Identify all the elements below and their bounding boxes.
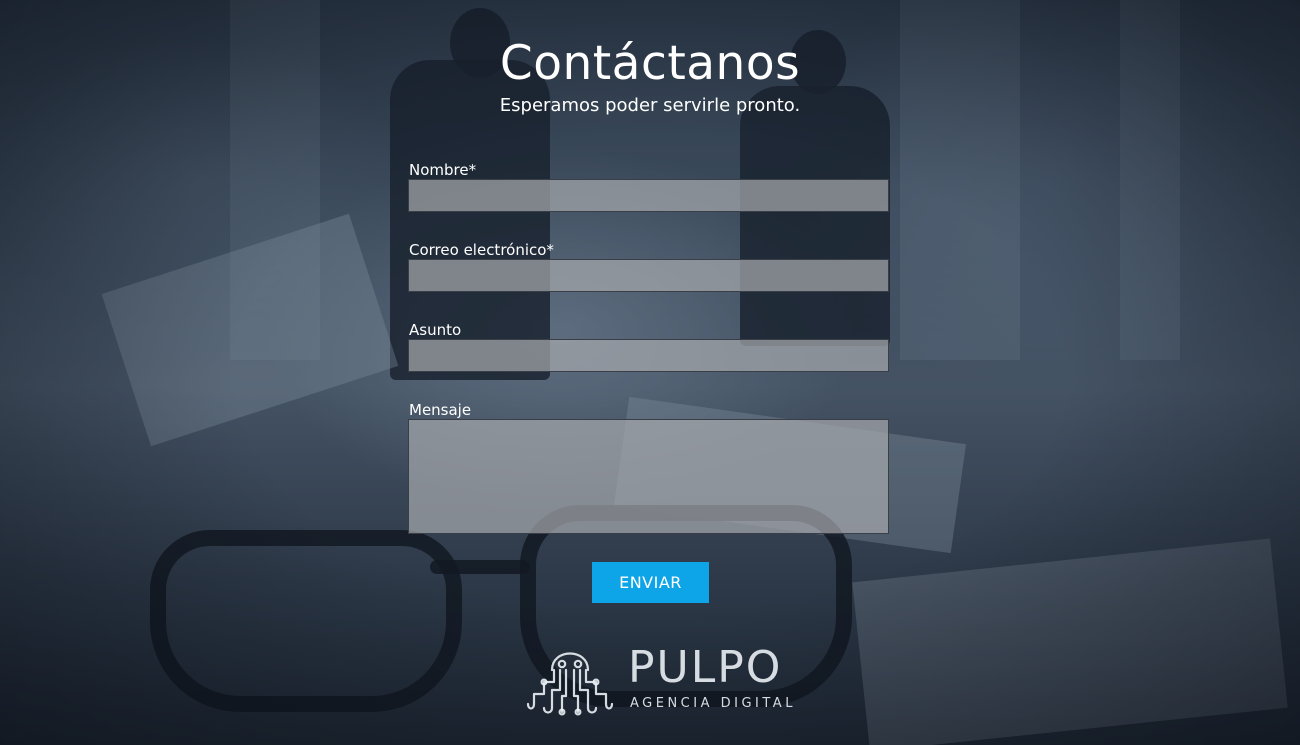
subject-field[interactable] xyxy=(408,339,889,372)
contact-page: Contáctanos Esperamos poder servirle pro… xyxy=(0,0,1300,745)
pulpo-logo[interactable]: PULPO AGENCIA DIGITAL xyxy=(524,634,794,718)
submit-button[interactable]: ENVIAR xyxy=(592,562,709,603)
page-title: Contáctanos xyxy=(499,36,801,91)
message-label: Mensaje xyxy=(409,401,472,419)
name-field[interactable] xyxy=(408,179,889,212)
message-field[interactable] xyxy=(408,419,889,534)
page-subtitle: Esperamos poder servirle pronto. xyxy=(499,95,801,116)
email-label: Correo electrónico* xyxy=(409,241,554,259)
logo-wordmark: PULPO xyxy=(628,642,783,693)
subject-label: Asunto xyxy=(409,321,462,339)
logo-tagline: AGENCIA DIGITAL xyxy=(630,696,796,711)
octopus-circuit-icon xyxy=(526,652,614,716)
email-field[interactable] xyxy=(408,259,889,292)
name-label: Nombre* xyxy=(409,161,477,179)
